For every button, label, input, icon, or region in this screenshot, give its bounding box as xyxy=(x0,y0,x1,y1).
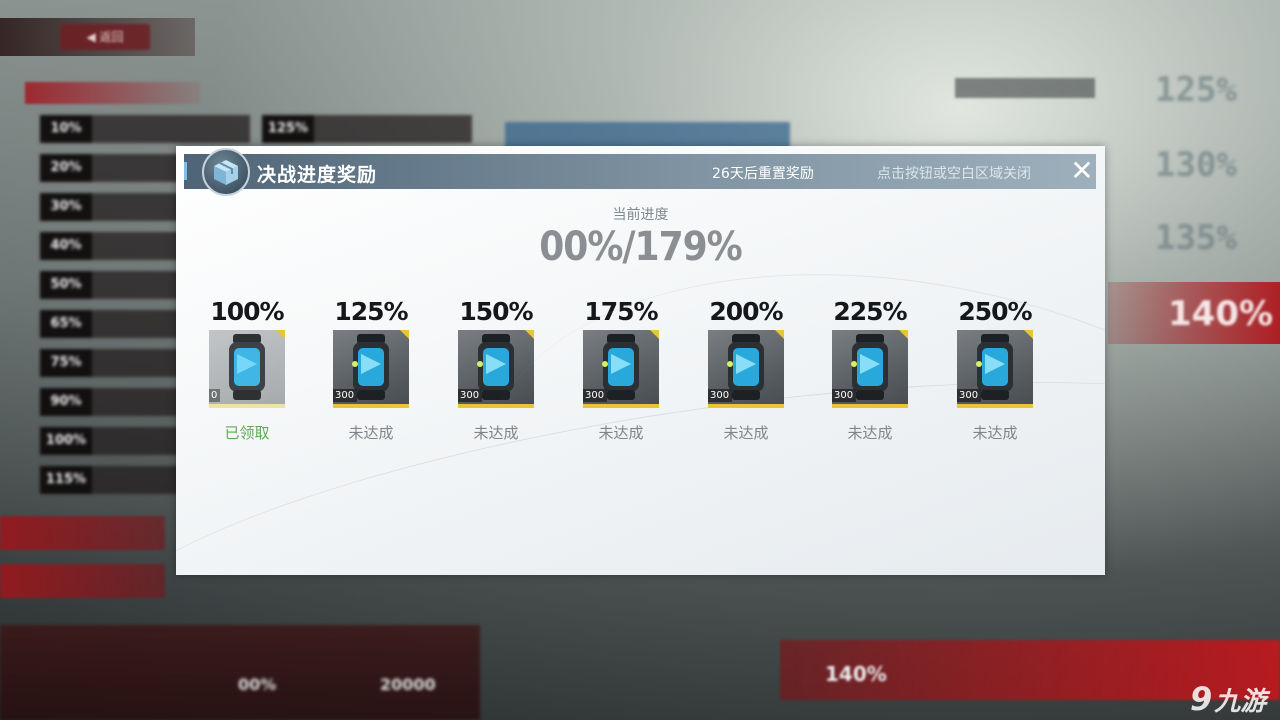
background-percent-135: 135% xyxy=(1155,218,1237,258)
progress-value: 00%/179% xyxy=(539,224,742,270)
reward-item[interactable]: 300 xyxy=(832,330,908,408)
reward-item[interactable]: 300 xyxy=(458,330,534,408)
background-section-title xyxy=(25,82,200,104)
reward-status: 未达成 xyxy=(598,424,644,442)
reward-tier: 125% 300 未达成 xyxy=(321,294,421,443)
background-bottom-panel: 00% 20000 xyxy=(0,625,480,720)
reset-countdown: 26天后重置奖励 xyxy=(712,166,814,182)
energy-canister-icon xyxy=(727,334,764,400)
background-red-button-1 xyxy=(0,516,165,550)
reward-tier: 250% 300 未达成 xyxy=(945,294,1045,443)
watermark-logo: 9九游 xyxy=(1190,680,1267,718)
reward-item[interactable]: 300 xyxy=(583,330,659,408)
corner-marker-icon xyxy=(400,330,409,339)
reward-quantity: 300 xyxy=(708,389,733,402)
dialog-header: 决战进度奖励 26天后重置奖励 点击按钮或空白区域关闭 ✕ xyxy=(184,148,1096,196)
reward-track: 100% 0 已领取 125% 300 未达成 150% 300 未达成 175… xyxy=(176,294,1105,454)
reward-status: 未达成 xyxy=(473,424,519,442)
corner-marker-icon xyxy=(1024,330,1033,339)
box-icon xyxy=(202,148,250,196)
reward-status: 未达成 xyxy=(348,424,394,442)
reward-percent: 225% xyxy=(833,297,907,326)
reward-percent: 250% xyxy=(958,297,1032,326)
reward-status: 未达成 xyxy=(972,424,1018,442)
reward-percent: 150% xyxy=(459,297,533,326)
energy-canister-icon xyxy=(851,334,888,400)
energy-canister-icon xyxy=(602,334,639,400)
reward-quantity: 0 xyxy=(209,389,221,402)
background-back-button: ◀ 返回 xyxy=(60,24,150,50)
reward-tier: 150% 300 未达成 xyxy=(446,294,546,443)
energy-canister-icon xyxy=(229,334,265,400)
corner-marker-icon xyxy=(276,330,285,339)
reward-status: 已领取 xyxy=(224,424,270,442)
reward-tier: 100% 0 已领取 xyxy=(197,294,297,443)
reward-status: 未达成 xyxy=(847,424,893,442)
reward-quantity: 300 xyxy=(458,389,483,402)
background-active-percent: 140% xyxy=(1108,282,1280,344)
dialog-title: 决战进度奖励 xyxy=(257,164,378,186)
progress-label: 当前进度 xyxy=(612,207,669,223)
reward-status: 未达成 xyxy=(723,424,769,442)
background-red-button-2 xyxy=(0,564,165,598)
reward-percent: 200% xyxy=(709,297,783,326)
reward-item[interactable]: 300 xyxy=(333,330,409,408)
reward-quantity: 300 xyxy=(957,389,982,402)
corner-marker-icon xyxy=(650,330,659,339)
reward-item[interactable]: 300 xyxy=(708,330,784,408)
reward-percent: 100% xyxy=(210,297,284,326)
corner-marker-icon xyxy=(525,330,534,339)
reward-percent: 125% xyxy=(334,297,408,326)
reward-percent: 175% xyxy=(584,297,658,326)
background-percent-125: 125% xyxy=(1155,70,1237,110)
corner-marker-icon xyxy=(899,330,908,339)
reward-quantity: 300 xyxy=(583,389,608,402)
reward-tier: 225% 300 未达成 xyxy=(820,294,920,443)
background-right-tag xyxy=(955,78,1095,98)
reward-tier: 175% 300 未达成 xyxy=(571,294,671,443)
background-percent-130: 130% xyxy=(1155,145,1237,185)
reward-quantity: 300 xyxy=(333,389,358,402)
header-accent-bar xyxy=(184,162,187,180)
close-button[interactable]: ✕ xyxy=(1068,157,1096,185)
reward-dialog: 决战进度奖励 26天后重置奖励 点击按钮或空白区域关闭 ✕ 当前进度 00%/1… xyxy=(176,146,1105,575)
reward-item[interactable]: 300 xyxy=(957,330,1033,408)
energy-canister-icon xyxy=(976,334,1013,400)
reward-item[interactable]: 0 xyxy=(209,330,285,408)
reward-quantity: 300 xyxy=(832,389,857,402)
reward-tier: 200% 300 未达成 xyxy=(696,294,796,443)
corner-marker-icon xyxy=(775,330,784,339)
close-hint: 点击按钮或空白区域关闭 xyxy=(877,166,1031,182)
